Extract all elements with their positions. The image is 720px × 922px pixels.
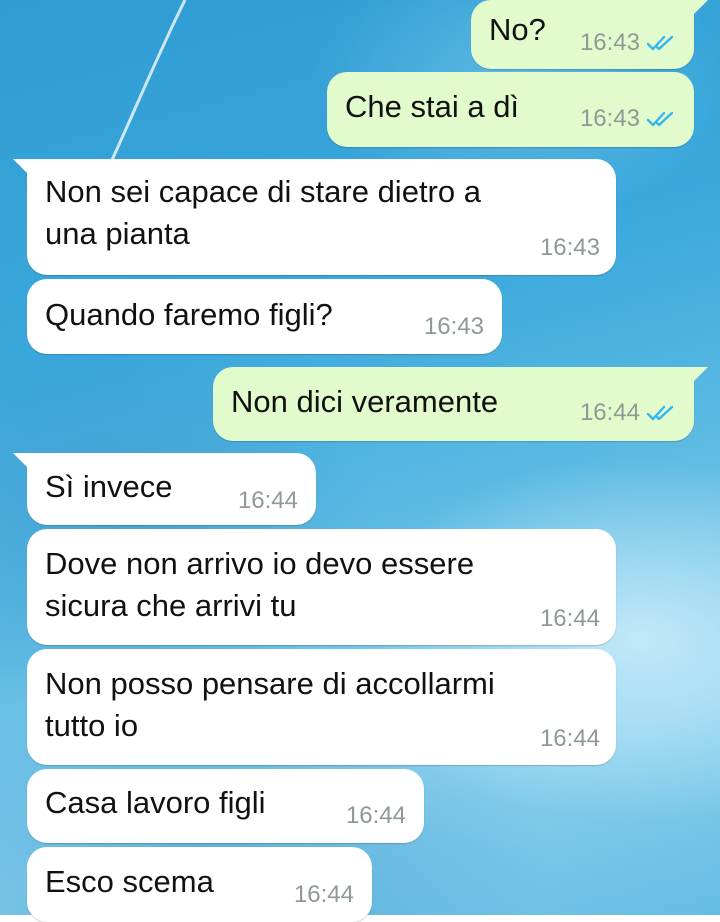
message-meta: 16:44 [580, 398, 676, 428]
message-meta: 16:44 [540, 604, 600, 634]
message-meta: 16:43 [540, 233, 600, 263]
message-text: Quando faremo figli? [45, 297, 333, 332]
message-time: 16:43 [423, 313, 484, 340]
message-time: 16:43 [579, 29, 640, 56]
message-text: No? [489, 12, 546, 47]
message-text: Casa lavoro figli [45, 785, 266, 820]
message-time: 16:43 [579, 105, 640, 132]
message-text: Sì invece [45, 469, 173, 504]
chat-message-list[interactable]: No? 16:43 Che stai a dì 16:43 Non sei ca… [0, 0, 720, 922]
message-text: Dove non arrivo io devo essere sicura ch… [45, 546, 475, 623]
message-meta: 16:43 [580, 104, 676, 134]
message-bubble-outgoing[interactable]: No? 16:43 [471, 0, 708, 69]
message-time: 16:44 [539, 725, 600, 752]
double-check-icon [646, 35, 674, 51]
message-meta: 16:43 [580, 28, 676, 58]
message-meta: 16:44 [346, 801, 406, 831]
message-time: 16:44 [579, 399, 640, 426]
message-bubble-incoming[interactable]: Dove non arrivo io devo essere sicura ch… [27, 529, 616, 645]
message-bubble-incoming[interactable]: Casa lavoro figli 16:44 [27, 769, 424, 843]
message-time: 16:44 [345, 802, 406, 829]
message-meta: 16:44 [294, 880, 354, 910]
double-check-icon [646, 405, 674, 421]
message-time: 16:43 [539, 234, 600, 261]
message-time: 16:44 [293, 881, 354, 908]
message-text: Non sei capace di stare dietro a una pia… [45, 174, 481, 251]
message-text: Che stai a dì [345, 89, 520, 124]
message-meta: 16:44 [540, 724, 600, 754]
message-bubble-outgoing[interactable]: Non dici veramente 16:44 [213, 367, 708, 441]
message-bubble-incoming[interactable]: Quando faremo figli? 16:43 [27, 279, 502, 354]
message-bubble-incoming[interactable]: Non sei capace di stare dietro a una pia… [13, 159, 616, 275]
message-bubble-incoming[interactable]: Non posso pensare di accollarmi tutto io… [27, 649, 616, 765]
double-check-icon [646, 111, 674, 127]
message-time: 16:44 [237, 487, 298, 514]
message-text: Non posso pensare di accollarmi tutto io [45, 666, 495, 743]
message-text: Esco scema [45, 864, 214, 899]
message-time: 16:44 [539, 605, 600, 632]
message-meta: 16:43 [424, 312, 484, 342]
message-text: Non dici veramente [231, 384, 499, 419]
message-meta: 16:44 [238, 486, 298, 516]
message-bubble-outgoing[interactable]: Che stai a dì 16:43 [327, 72, 694, 147]
message-bubble-incoming[interactable]: Esco scema 16:44 [27, 847, 372, 922]
message-bubble-incoming[interactable]: Sì invece 16:44 [13, 453, 316, 525]
